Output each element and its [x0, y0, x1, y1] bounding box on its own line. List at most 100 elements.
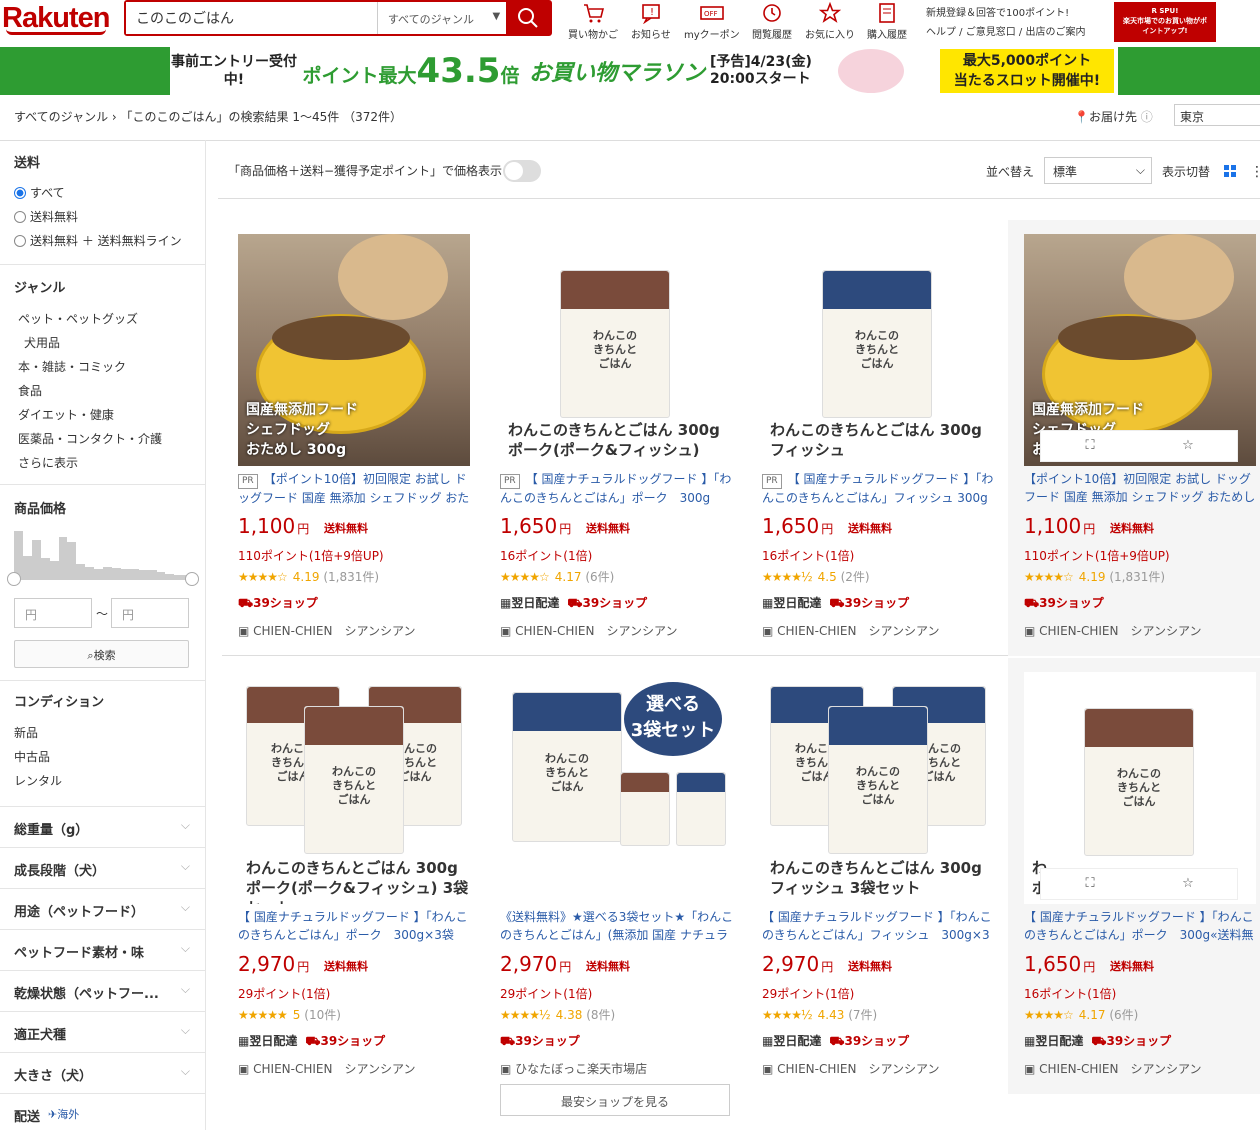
points-label[interactable]: 16ポイント(1倍)	[1024, 985, 1116, 1002]
condition-item[interactable]: 中古品	[14, 748, 50, 765]
help-icon[interactable]: ⓘ	[1141, 110, 1153, 124]
show-more-link[interactable]: さらに表示	[18, 454, 78, 471]
genre-item[interactable]: 医薬品・コンタクト・介護	[18, 430, 162, 447]
expand-icon[interactable]: ⛶	[1041, 869, 1139, 899]
nav-purchase-history[interactable]: 購入履歴	[867, 0, 907, 41]
signup-link[interactable]: 新規登録＆回答で100ポイント!	[926, 4, 1085, 23]
price-toggle[interactable]	[503, 160, 541, 182]
nav-cart[interactable]: 買い物かご	[568, 0, 618, 41]
facet-weight[interactable]: 総重量（g） ⌵	[0, 806, 206, 847]
review-rating[interactable]: ★★★★½ 4.43 (7件)	[762, 1006, 877, 1023]
facet-material[interactable]: ペットフード素材・味 ⌵	[0, 929, 206, 970]
price-min-input[interactable]: 円	[14, 598, 92, 628]
genre-select[interactable]: すべてのジャンル ▼	[376, 2, 506, 34]
radio-checked-icon[interactable]	[14, 187, 26, 199]
help-links[interactable]: ヘルプ / ご意見窓口 / 出店のご案内	[926, 23, 1085, 42]
slider-max-handle[interactable]	[185, 572, 199, 586]
product-name[interactable]: 【 国産ナチュラルドッグフード 】「わんこのきちんとごはん」ポーク 300g×3…	[238, 908, 472, 946]
shop-name[interactable]: ▣ CHIEN-CHIEN シアンシアン	[1024, 1060, 1202, 1077]
product-card[interactable]: わんこの きちんと ごはん わんこの きちんと ごはん わんこの きちんと ごはんわ…	[222, 658, 484, 1094]
product-card[interactable]: わんこの きちんと ごはん わんこの きちんと ごはん わんこの きちんと ごはんわ…	[746, 658, 1008, 1094]
facet-delivery[interactable]: 配送 ✈海外	[0, 1093, 206, 1134]
product-name[interactable]: 《送料無料》★選べる3袋セット★「わんこのきちんとごはん」(無添加 国産 ナチュ…	[500, 908, 734, 946]
nav-coupon[interactable]: OFF myクーポン	[684, 0, 740, 41]
favorite-star-icon[interactable]: ☆	[1139, 869, 1237, 899]
price-search-button[interactable]: ⌕検索	[14, 640, 189, 668]
price-slider[interactable]	[7, 572, 199, 586]
rating-stars-icon: ★★★★½	[500, 1008, 551, 1022]
search-input[interactable]	[126, 2, 377, 34]
facet-dryness[interactable]: 乾燥状態（ペットフー... ⌵	[0, 970, 206, 1011]
breadcrumb-root[interactable]: すべてのジャンル	[14, 110, 108, 124]
genre-item[interactable]: 本・雑誌・コミック	[18, 358, 126, 375]
radio-icon[interactable]	[14, 211, 26, 223]
shipping-option-all[interactable]: すべて	[14, 184, 65, 201]
nav-favorite[interactable]: お気に入り	[805, 0, 855, 41]
genre-item[interactable]: 食品	[18, 382, 42, 399]
review-rating[interactable]: ★★★★☆ 4.17 (6件)	[1024, 1006, 1138, 1023]
region-select[interactable]: 東京	[1174, 104, 1260, 126]
product-name[interactable]: PR 【 国産ナチュラルドッグフード 】「わんこのきちんとごはん」ポーク 300g	[500, 470, 734, 508]
facet-growth[interactable]: 成長段階（犬） ⌵	[0, 847, 206, 888]
genre-item[interactable]: ペット・ペットグッズ	[18, 310, 138, 327]
rakuten-logo[interactable]: Rakuten	[2, 2, 110, 35]
product-image[interactable]: わんこの きちんと ごはんわ ポーク(ポーク&フィッシュ)⛶☆	[1024, 672, 1256, 904]
product-card[interactable]: わんこの きちんと ごはん わんこのきちんとごはん 300g フィッシュ PR 【 国…	[746, 220, 1008, 656]
shop-name[interactable]: ▣ CHIEN-CHIEN シアンシアン	[500, 622, 678, 639]
shipping-option-freeline[interactable]: 送料無料 ＋ 送料無料ライン	[14, 232, 182, 249]
sort-select[interactable]: 標準 ⌵	[1044, 157, 1152, 184]
condition-item[interactable]: レンタル	[14, 772, 62, 789]
review-rating[interactable]: ★★★★☆ 4.19 (1,831件)	[1024, 568, 1165, 585]
product-name[interactable]: 【 国産ナチュラルドッグフード 】「わんこのきちんとごはん」フィッシュ 300g…	[762, 908, 996, 946]
product-image[interactable]: わんこの きちんと ごはん わんこの きちんと ごはん わんこの きちんと ごはんわ…	[238, 672, 470, 904]
shop-name[interactable]: ▣ CHIEN-CHIEN シアンシアン	[238, 622, 416, 639]
list-view-icon[interactable]: ⋮	[1250, 164, 1260, 180]
product-card[interactable]: 国産無添加フード シェフドッグ おためし 300g⛶☆ 【ポイント10倍】初回限定…	[1008, 220, 1260, 656]
product-image[interactable]: 国産無添加フード シェフドッグ おためし 300g	[238, 234, 470, 466]
search-button[interactable]	[506, 2, 550, 34]
product-card[interactable]: 国産無添加フード シェフドッグ おためし 300g PR 【ポイント10倍】初回限定…	[222, 220, 484, 656]
shop-name[interactable]: ▣ CHIEN-CHIEN シアンシアン	[1024, 622, 1202, 639]
product-name[interactable]: PR 【ポイント10倍】初回限定 お試し ドッグフード 国産 無添加 シェフドッグ…	[238, 470, 472, 508]
facet-breed[interactable]: 適正犬種 ⌵	[0, 1011, 206, 1052]
next-day-badge: ▦翌日配達	[762, 1034, 822, 1048]
price-max-input[interactable]: 円	[111, 598, 189, 628]
shop-name[interactable]: ▣ CHIEN-CHIEN シアンシアン	[238, 1060, 416, 1077]
review-rating[interactable]: ★★★★½ 4.38 (8件)	[500, 1006, 615, 1023]
shop-name[interactable]: ▣ CHIEN-CHIEN シアンシアン	[762, 1060, 940, 1077]
nav-history[interactable]: 閲覧履歴	[752, 0, 792, 41]
review-rating[interactable]: ★★★★☆ 4.17 (6件)	[500, 568, 614, 585]
product-image[interactable]: わんこの きちんと ごはん わんこの きちんと ごはん わんこの きちんと ごはんわ…	[762, 672, 994, 904]
spu-banner[interactable]: R SPU! 楽天市場でのお買い物がポイントアップ!	[1114, 2, 1216, 42]
product-image[interactable]: わんこの きちんと ごはん 選べる 3袋セット	[500, 672, 732, 904]
product-image[interactable]: わんこの きちんと ごはん わんこのきちんとごはん 300g ポーク(ポーク&フィ…	[500, 234, 732, 466]
expand-icon[interactable]: ⛶	[1041, 431, 1139, 461]
cheapest-shop-button[interactable]: 最安ショップを見る	[500, 1084, 730, 1116]
shop-name[interactable]: ▣ CHIEN-CHIEN シアンシアン	[762, 622, 940, 639]
overseas-link[interactable]: ✈海外	[48, 1106, 79, 1122]
product-image[interactable]: わんこの きちんと ごはん わんこのきちんとごはん 300g フィッシュ	[762, 234, 994, 466]
facet-size[interactable]: 大きさ（犬） ⌵	[0, 1052, 206, 1093]
facet-usage[interactable]: 用途（ペットフード） ⌵	[0, 888, 206, 929]
product-name[interactable]: 【 国産ナチュラルドッグフード 】「わんこのきちんとごはん」ポーク 300g«送…	[1024, 908, 1258, 946]
product-card[interactable]: わんこの きちんと ごはんわ ポーク(ポーク&フィッシュ)⛶☆ 【 国産ナチュラル…	[1008, 658, 1260, 1094]
review-rating[interactable]: ★★★★★ 5 (10件)	[238, 1006, 341, 1023]
grid-view-icon[interactable]	[1224, 165, 1236, 177]
product-image[interactable]: 国産無添加フード シェフドッグ おためし 300g⛶☆	[1024, 234, 1256, 466]
genre-item[interactable]: ダイエット・健康	[18, 406, 114, 423]
review-rating[interactable]: ★★★★½ 4.5 (2件)	[762, 568, 870, 585]
slider-min-handle[interactable]	[7, 572, 21, 586]
product-card[interactable]: わんこの きちんと ごはん 選べる 3袋セット《送料無料》★選べる3袋セット★「わ…	[484, 658, 746, 1094]
condition-item[interactable]: 新品	[14, 724, 38, 741]
genre-item[interactable]: 犬用品	[24, 334, 60, 351]
product-name[interactable]: 【ポイント10倍】初回限定 お試し ドッグフード 国産 無添加 シェフドッグ お…	[1024, 470, 1258, 508]
product-card[interactable]: わんこの きちんと ごはん わんこのきちんとごはん 300g ポーク(ポーク&フィ…	[484, 220, 746, 656]
favorite-star-icon[interactable]: ☆	[1139, 431, 1237, 461]
shop-name[interactable]: ▣ ひなたぼっこ楽天市場店	[500, 1060, 647, 1077]
review-rating[interactable]: ★★★★☆ 4.19 (1,831件)	[238, 568, 379, 585]
product-name[interactable]: PR 【 国産ナチュラルドッグフード 】「わんこのきちんとごはん」フィッシュ 30…	[762, 470, 996, 508]
radio-icon[interactable]	[14, 235, 26, 247]
nav-notice[interactable]: ! お知らせ	[631, 0, 671, 41]
shipping-option-free[interactable]: 送料無料	[14, 208, 78, 225]
campaign-banner[interactable]: 事前エントリー受付中! ポイント最大43.5倍 お買い物マラソン [予告]4/2…	[0, 47, 1260, 95]
